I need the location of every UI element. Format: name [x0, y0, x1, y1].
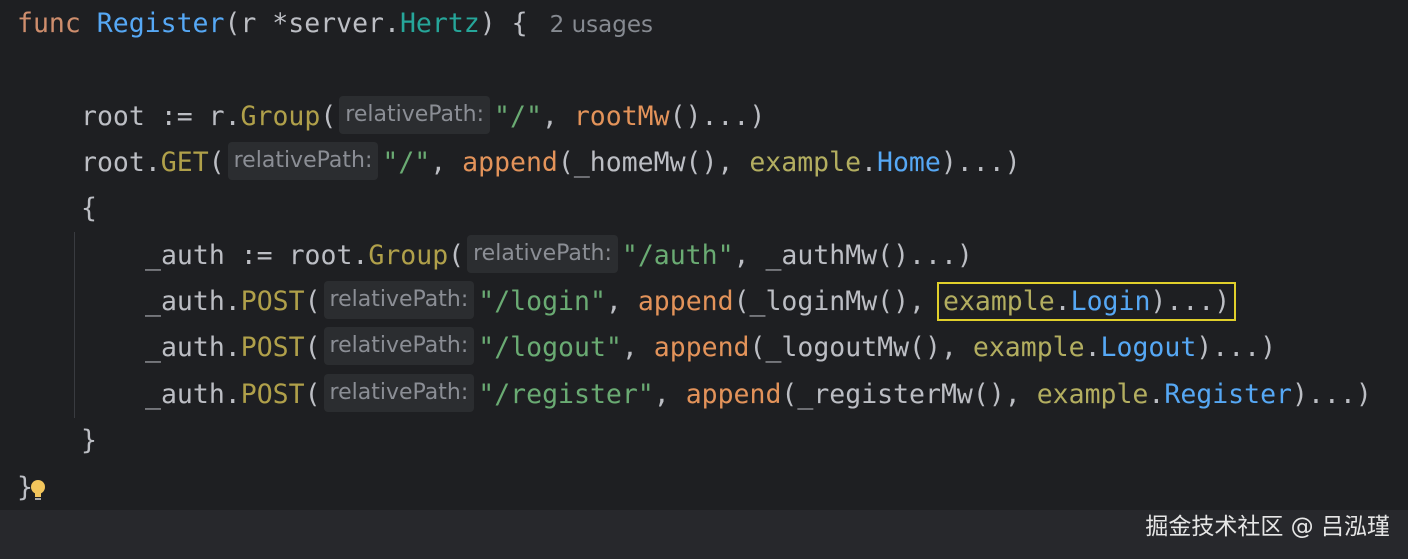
- code-line-brace-open[interactable]: {: [81, 186, 97, 232]
- string-literal: "/logout": [478, 332, 622, 363]
- call-name: append: [637, 286, 734, 317]
- code-text: _auth.: [145, 379, 241, 410]
- string-literal: "/login": [478, 286, 606, 317]
- code-line-root-group[interactable]: root := r.Group(relativePath: "/", rootMw…: [81, 94, 765, 140]
- paren: (: [448, 240, 465, 271]
- call-name: rootMw: [573, 101, 670, 132]
- param-hint: relativePath:: [339, 95, 491, 134]
- code-text: _auth.: [145, 286, 241, 317]
- call-name: append: [653, 332, 750, 363]
- method-name: POST: [240, 286, 305, 317]
- code-text: ()...): [669, 101, 766, 132]
- string-literal: "/": [382, 147, 431, 178]
- code-line-brace-close[interactable]: }: [81, 418, 97, 464]
- package-name: example: [972, 332, 1085, 363]
- code-editor[interactable]: func Register(r *server.Hertz) {2 usages…: [0, 0, 1408, 510]
- code-line-auth-group[interactable]: _auth := root.Group(relativePath: "/auth"…: [145, 233, 973, 279]
- params-open: (r *: [224, 8, 289, 39]
- code-line-auth-logout[interactable]: _auth.POST(relativePath: "/logout", appen…: [145, 325, 1276, 371]
- string-literal: "/auth": [621, 240, 734, 271]
- method-name: GET: [160, 147, 209, 178]
- paren: (: [320, 101, 337, 132]
- call-name: append: [462, 147, 558, 178]
- code-text: )...): [1150, 286, 1231, 317]
- params-close: ) {: [479, 8, 528, 39]
- code-text: ,: [430, 147, 463, 178]
- code-text: (_logoutMw(),: [749, 332, 973, 363]
- code-text: ,: [541, 101, 574, 132]
- method-name: POST: [240, 332, 305, 363]
- method-name: Group: [240, 101, 321, 132]
- function-ref[interactable]: Register: [1164, 379, 1292, 410]
- dot: .: [1054, 286, 1071, 317]
- highlighted-example-login[interactable]: example.Login)...): [936, 282, 1237, 321]
- usages-link[interactable]: 2 usages: [550, 2, 653, 48]
- string-literal: "/": [494, 101, 542, 132]
- indent-guide: [74, 232, 75, 418]
- code-text: ,: [605, 286, 638, 317]
- param-hint: relativePath:: [323, 326, 475, 365]
- code-text: root.: [81, 147, 161, 178]
- paren: (: [208, 147, 225, 178]
- code-line-auth-register[interactable]: _auth.POST(relativePath: "/register", app…: [145, 372, 1372, 418]
- brace: {: [81, 193, 97, 224]
- method-name: Group: [368, 240, 449, 271]
- dot: .: [384, 8, 400, 39]
- package-name: example: [749, 147, 862, 178]
- package-name: example: [942, 286, 1055, 317]
- code-text: (_homeMw(),: [557, 147, 750, 178]
- code-line-auth-login[interactable]: _auth.POST(relativePath: "/login", append…: [145, 279, 1237, 325]
- paren: (: [304, 332, 321, 363]
- function-name[interactable]: Register: [97, 8, 225, 39]
- function-ref[interactable]: Home: [877, 147, 941, 178]
- param-hint: relativePath:: [323, 280, 475, 319]
- param-hint: relativePath:: [467, 234, 618, 273]
- code-text: ,: [621, 332, 654, 363]
- code-text: root := r.: [81, 101, 241, 132]
- code-text: ,: [653, 379, 686, 410]
- function-ref[interactable]: Login: [1071, 286, 1151, 317]
- function-ref[interactable]: Logout: [1101, 332, 1197, 363]
- code-text: )...): [940, 147, 1021, 178]
- brace: }: [81, 425, 97, 456]
- code-text: (_registerMw(),: [781, 379, 1037, 410]
- param-hint: relativePath:: [227, 141, 379, 180]
- code-text: (_loginMw(),: [733, 286, 926, 317]
- param-hint: relativePath:: [323, 373, 475, 412]
- code-text: , _authMw()...): [733, 240, 973, 271]
- dot: .: [861, 147, 877, 178]
- code-line-root-get[interactable]: root.GET(relativePath: "/", append(_homeM…: [81, 140, 1021, 186]
- code-text: _auth := root.: [145, 240, 369, 271]
- paren: (: [304, 286, 321, 317]
- func-keyword: func: [17, 8, 81, 39]
- code-text: _auth.: [145, 332, 241, 363]
- call-name: append: [685, 379, 782, 410]
- code-text: )...): [1292, 379, 1372, 410]
- method-name: POST: [240, 379, 305, 410]
- param-type[interactable]: Hertz: [400, 8, 480, 39]
- watermark-text: 掘金技术社区 @ 吕泓瑾: [1145, 514, 1390, 540]
- param-package: server: [288, 8, 384, 39]
- package-name: example: [1036, 379, 1149, 410]
- dot: .: [1084, 332, 1101, 363]
- paren: (: [304, 379, 321, 410]
- code-line-func-decl[interactable]: func Register(r *server.Hertz) { 2 usages: [17, 1, 653, 47]
- string-literal: "/register": [478, 379, 654, 410]
- dot: .: [1148, 379, 1165, 410]
- code-text: )...): [1196, 332, 1277, 363]
- lightbulb-icon[interactable]: [29, 479, 47, 503]
